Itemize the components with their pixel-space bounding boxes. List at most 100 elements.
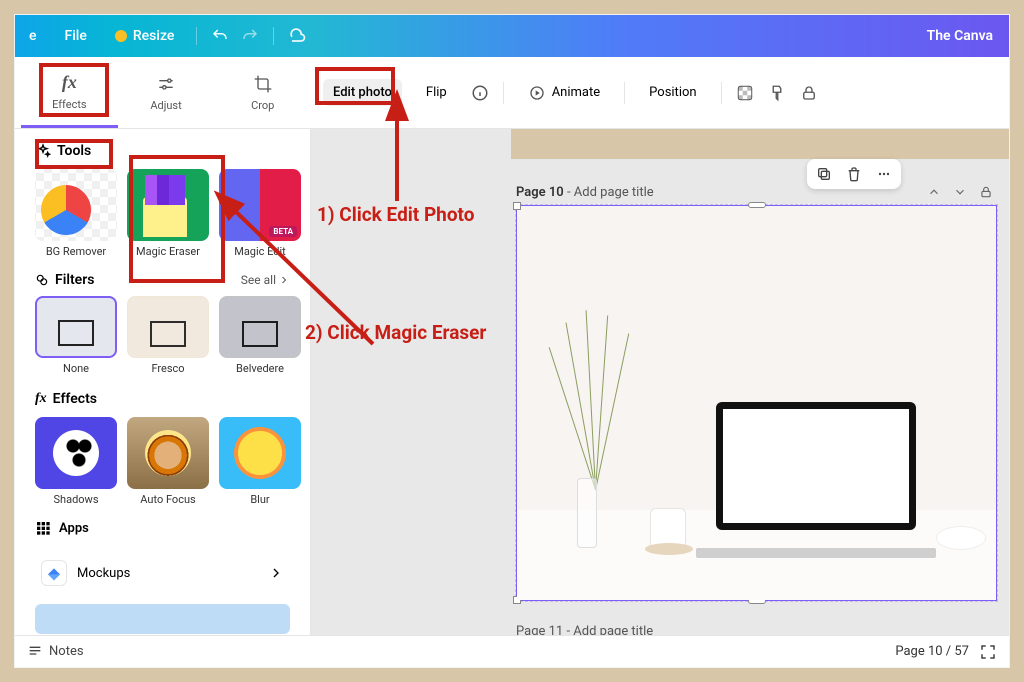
apps-grid-icon [35, 520, 51, 536]
divider [503, 82, 504, 104]
tab-adjust[interactable]: Adjust [118, 57, 215, 128]
tool-magic-eraser[interactable]: Magic Eraser [127, 169, 209, 258]
page-counter[interactable]: Page 10 / 57 [895, 644, 969, 659]
tools-heading-label: Tools [57, 143, 91, 159]
canvas-area[interactable]: Page 10 - Add page title [311, 129, 1009, 635]
bg-remover-label: BG Remover [35, 245, 117, 258]
lock-page-icon[interactable] [975, 181, 997, 203]
sparkle-icon [35, 143, 51, 159]
animate-label: Animate [552, 85, 600, 100]
filter-none[interactable]: None [35, 296, 117, 375]
canvas-top-beige [511, 129, 1009, 159]
autofocus-thumb [127, 417, 209, 489]
lock-icon[interactable] [800, 84, 818, 102]
document-title[interactable]: The Canva [911, 28, 1009, 44]
edit-photo-button[interactable]: Edit photo [323, 79, 402, 106]
resize-label: Resize [133, 28, 175, 44]
effects-heading-label: Effects [53, 391, 97, 407]
mockups-label: Mockups [77, 566, 258, 581]
transparency-icon[interactable] [736, 84, 754, 102]
element-actions [807, 159, 901, 189]
fx-icon: fx [58, 72, 80, 94]
divider [721, 82, 722, 104]
notes-icon [27, 644, 43, 660]
divider [624, 82, 625, 104]
home-menu[interactable]: e [15, 28, 51, 44]
expand-icon[interactable] [979, 643, 997, 661]
filters-heading: Filters [35, 272, 94, 288]
tool-magic-edit[interactable]: BETA Magic Edit [219, 169, 301, 258]
divider [196, 27, 197, 45]
tab-effects-label: Effects [52, 98, 87, 111]
filter-none-thumb [35, 296, 117, 358]
effect-autofocus[interactable]: Auto Focus [127, 417, 209, 506]
tool-bg-remover[interactable]: BG Remover [35, 169, 117, 258]
mockups-icon [41, 560, 67, 586]
animate-button[interactable]: Animate [518, 78, 610, 108]
filter-belvedere-thumb [219, 296, 301, 358]
page-10-label[interactable]: Page 10 - Add page title [516, 185, 654, 200]
photo-content [517, 206, 996, 600]
bg-remover-thumb [35, 169, 117, 241]
chevron-right-icon [268, 565, 284, 581]
notes-button[interactable]: Notes [27, 644, 84, 660]
filter-none-label: None [35, 362, 117, 375]
cloud-sync-icon[interactable] [282, 21, 312, 51]
filters-heading-label: Filters [55, 272, 94, 288]
tab-crop-label: Crop [251, 99, 274, 112]
shadows-label: Shadows [35, 493, 117, 506]
effects-heading: fx Effects [35, 391, 290, 407]
page-controls [923, 181, 997, 203]
tools-heading: Tools [35, 143, 290, 159]
flip-button[interactable]: Flip [416, 79, 457, 106]
filter-belvedere-label: Belvedere [219, 362, 301, 375]
effects-panel: Tools BG Remover Magic Eraser BETA Magic… [15, 129, 311, 635]
page-title-placeholder: - Add page title [564, 185, 654, 200]
tab-adjust-label: Adjust [150, 99, 181, 112]
info-icon[interactable] [471, 84, 489, 102]
undo-icon[interactable] [205, 21, 235, 51]
chevron-right-icon [278, 274, 290, 286]
beta-badge: BETA [269, 226, 297, 237]
apps-heading-label: Apps [59, 521, 89, 536]
autofocus-label: Auto Focus [127, 493, 209, 506]
crop-icon [252, 73, 274, 95]
resize-menu[interactable]: Resize [101, 28, 189, 44]
copy-style-icon[interactable] [768, 84, 786, 102]
context-toolbar: Edit photo Flip Animate Position [311, 57, 1009, 128]
magic-eraser-label: Magic Eraser [127, 245, 209, 258]
position-button[interactable]: Position [639, 79, 706, 106]
filter-fresco-label: Fresco [127, 362, 209, 375]
magic-edit-thumb: BETA [219, 169, 301, 241]
trash-icon[interactable] [843, 163, 865, 185]
top-menu-bar: e File Resize The Canva [15, 15, 1009, 57]
circles-icon [35, 273, 49, 287]
page-10[interactable] [516, 205, 997, 601]
fx-icon: fx [35, 391, 47, 407]
blur-label: Blur [219, 493, 301, 506]
magic-edit-label: Magic Edit [219, 245, 301, 258]
more-icon[interactable] [873, 163, 895, 185]
redo-icon[interactable] [235, 21, 265, 51]
filter-belvedere[interactable]: Belvedere [219, 296, 301, 375]
crown-icon [115, 30, 127, 42]
divider [273, 27, 274, 45]
filter-fresco-thumb [127, 296, 209, 358]
collapse-up-icon[interactable] [923, 181, 945, 203]
collapse-down-icon[interactable] [949, 181, 971, 203]
blur-thumb [219, 417, 301, 489]
filter-fresco[interactable]: Fresco [127, 296, 209, 375]
bottom-bar: Notes Page 10 / 57 [15, 635, 1009, 667]
mockups-app[interactable]: Mockups [35, 550, 290, 596]
panel-footer-strip [35, 604, 290, 634]
see-all-button[interactable]: See all [241, 273, 290, 287]
tab-effects[interactable]: fx Effects [21, 57, 118, 128]
effect-shadows[interactable]: Shadows [35, 417, 117, 506]
notes-label: Notes [49, 644, 84, 659]
tab-crop[interactable]: Crop [214, 57, 311, 128]
effect-blur[interactable]: Blur [219, 417, 301, 506]
duplicate-icon[interactable] [813, 163, 835, 185]
file-menu[interactable]: File [51, 28, 101, 44]
magic-eraser-thumb [127, 169, 209, 241]
apps-heading: Apps [35, 520, 290, 536]
